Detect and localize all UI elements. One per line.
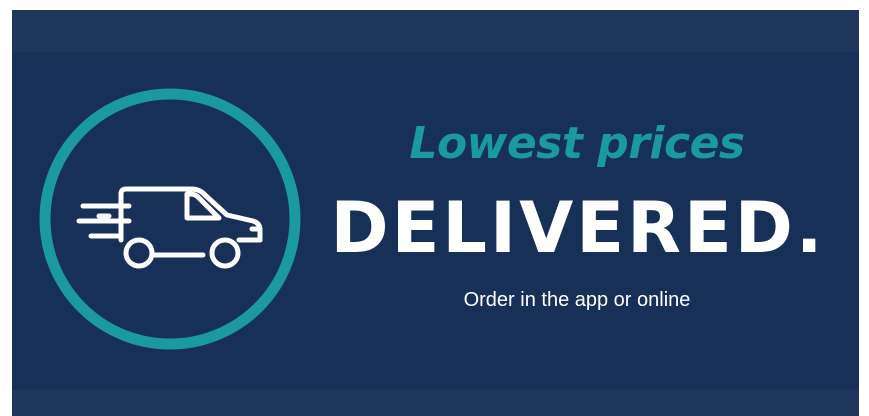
subline: Order in the app or online <box>463 289 691 311</box>
tagline: Lowest prices <box>409 118 745 169</box>
bottom-band <box>12 390 859 416</box>
headline: DELIVERED. <box>330 187 826 269</box>
delivery-emblem <box>39 88 301 350</box>
top-band <box>12 10 859 52</box>
delivery-banner: Lowest prices DELIVERED. Order in the ap… <box>12 10 859 416</box>
delivery-van-icon <box>39 88 301 350</box>
